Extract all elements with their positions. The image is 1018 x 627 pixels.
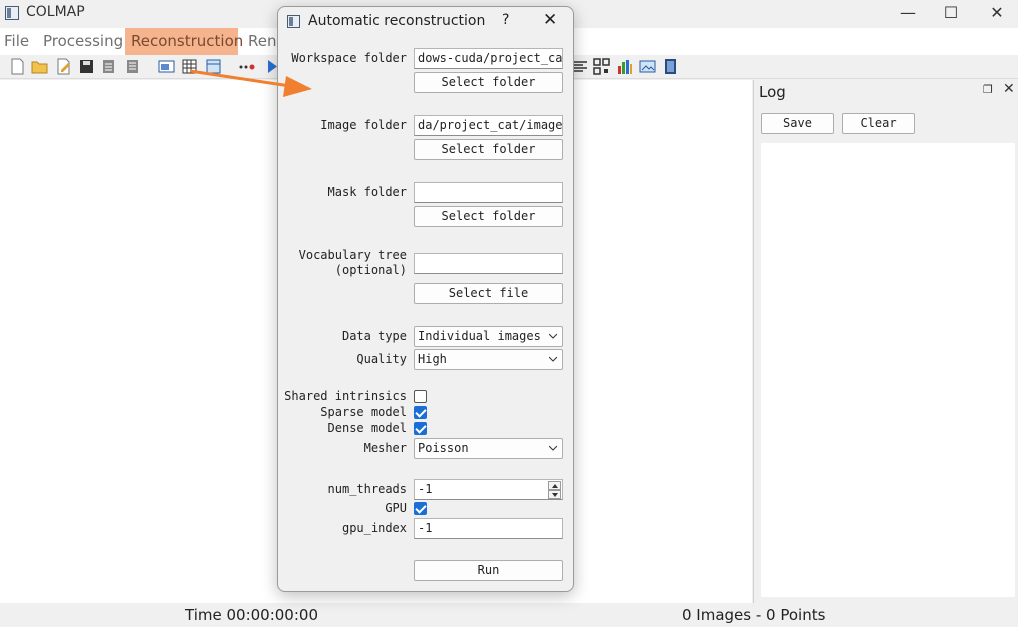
spin-up-icon[interactable] — [548, 481, 561, 490]
run-button[interactable]: Run — [414, 560, 563, 581]
menu-file[interactable]: File — [0, 28, 33, 55]
table-view-icon[interactable] — [205, 58, 222, 75]
film-icon[interactable] — [662, 58, 679, 75]
log-clear-button[interactable]: Clear — [842, 113, 915, 134]
gpu-label: GPU — [385, 501, 407, 515]
mesher-value: Poisson — [418, 441, 469, 455]
menu-reconstruction[interactable]: Reconstruction — [125, 28, 243, 55]
quality-value: High — [418, 352, 447, 366]
log-panel: Log ❐ ✕ Save Clear — [753, 80, 1018, 603]
dialog-close-button[interactable]: ✕ — [543, 10, 557, 30]
qr-icon[interactable] — [593, 58, 610, 75]
mask-folder-label: Mask folder — [327, 185, 407, 199]
quality-select[interactable]: High — [414, 349, 563, 370]
mask-folder-input[interactable] — [414, 182, 563, 203]
data-type-label: Data type — [341, 329, 407, 343]
dense-model-label: Dense model — [327, 421, 407, 435]
num-threads-value: -1 — [418, 482, 433, 496]
log-text-area[interactable] — [761, 143, 1015, 597]
image-folder-input[interactable]: da/project_cat/images — [414, 115, 563, 136]
grid-view-icon[interactable] — [181, 58, 198, 75]
image-icon[interactable] — [639, 58, 656, 75]
chevron-down-icon — [549, 356, 557, 362]
image-select-folder-button[interactable]: Select folder — [414, 139, 563, 160]
close-window-button[interactable]: ✕ — [983, 2, 1011, 24]
workspace-folder-input[interactable]: dows-cuda/project_cat — [414, 48, 563, 69]
image-view-icon[interactable] — [158, 58, 175, 75]
menu-processing[interactable]: Processing — [39, 28, 127, 55]
spin-down-icon[interactable] — [548, 490, 561, 499]
shared-intrinsics-label: Shared intrinsics — [284, 389, 407, 403]
data-type-select[interactable]: Individual images — [414, 326, 563, 347]
data-type-value: Individual images — [418, 329, 541, 343]
open-project-icon[interactable] — [31, 58, 48, 75]
workspace-select-folder-button[interactable]: Select folder — [414, 72, 563, 93]
help-button[interactable]: ? — [502, 12, 509, 28]
vocabulary-tree-input[interactable] — [414, 253, 563, 274]
match-icon[interactable] — [238, 58, 255, 75]
dense-model-checkbox[interactable] — [414, 422, 427, 435]
text-align-icon[interactable] — [572, 58, 589, 75]
mesher-select[interactable]: Poisson — [414, 438, 563, 459]
colmap-app-icon — [5, 6, 19, 20]
status-bar: Time 00:00:00:00 0 Images - 0 Points — [0, 603, 1018, 627]
vocabulary-select-file-button[interactable]: Select file — [414, 283, 563, 304]
vocabulary-tree-optional-label: (optional) — [334, 263, 407, 277]
save-project-icon[interactable] — [78, 58, 95, 75]
log-save-button[interactable]: Save — [761, 113, 834, 134]
export-icon[interactable] — [124, 58, 141, 75]
window-title: COLMAP — [26, 4, 85, 20]
status-counts: 0 Images - 0 Points — [682, 606, 826, 624]
quality-label: Quality — [356, 352, 407, 366]
sparse-model-checkbox[interactable] — [414, 406, 427, 419]
log-title: Log — [759, 83, 786, 101]
sparse-model-label: Sparse model — [320, 405, 407, 419]
minimize-button[interactable]: — — [894, 2, 922, 24]
dialog-app-icon — [287, 15, 300, 28]
vocabulary-tree-label: Vocabulary tree — [298, 248, 407, 262]
shared-intrinsics-checkbox[interactable] — [414, 390, 427, 403]
chevron-down-icon — [549, 445, 557, 451]
dialog-title: Automatic reconstruction — [308, 13, 486, 29]
gpu-index-input[interactable]: -1 — [414, 518, 563, 539]
automatic-reconstruction-dialog: Automatic reconstruction ? ✕ Workspace f… — [277, 6, 574, 592]
chevron-down-icon — [549, 333, 557, 339]
mask-select-folder-button[interactable]: Select folder — [414, 206, 563, 227]
workspace-folder-label: Workspace folder — [291, 51, 407, 65]
gpu-index-label: gpu_index — [341, 521, 407, 535]
import-icon[interactable] — [100, 58, 117, 75]
float-dock-icon[interactable]: ❐ — [983, 83, 993, 96]
status-time: Time 00:00:00:00 — [185, 606, 318, 624]
num-threads-label: num_threads — [327, 482, 407, 496]
new-project-icon[interactable] — [9, 58, 26, 75]
bar-chart-icon[interactable] — [616, 58, 633, 75]
num-threads-spinbox[interactable]: -1 — [414, 479, 563, 500]
image-folder-label: Image folder — [320, 118, 407, 132]
maximize-button[interactable]: ☐ — [937, 2, 965, 24]
gpu-checkbox[interactable] — [414, 502, 427, 515]
edit-project-icon[interactable] — [55, 58, 72, 75]
close-dock-icon[interactable]: ✕ — [1003, 81, 1015, 97]
mesher-label: Mesher — [363, 441, 407, 455]
